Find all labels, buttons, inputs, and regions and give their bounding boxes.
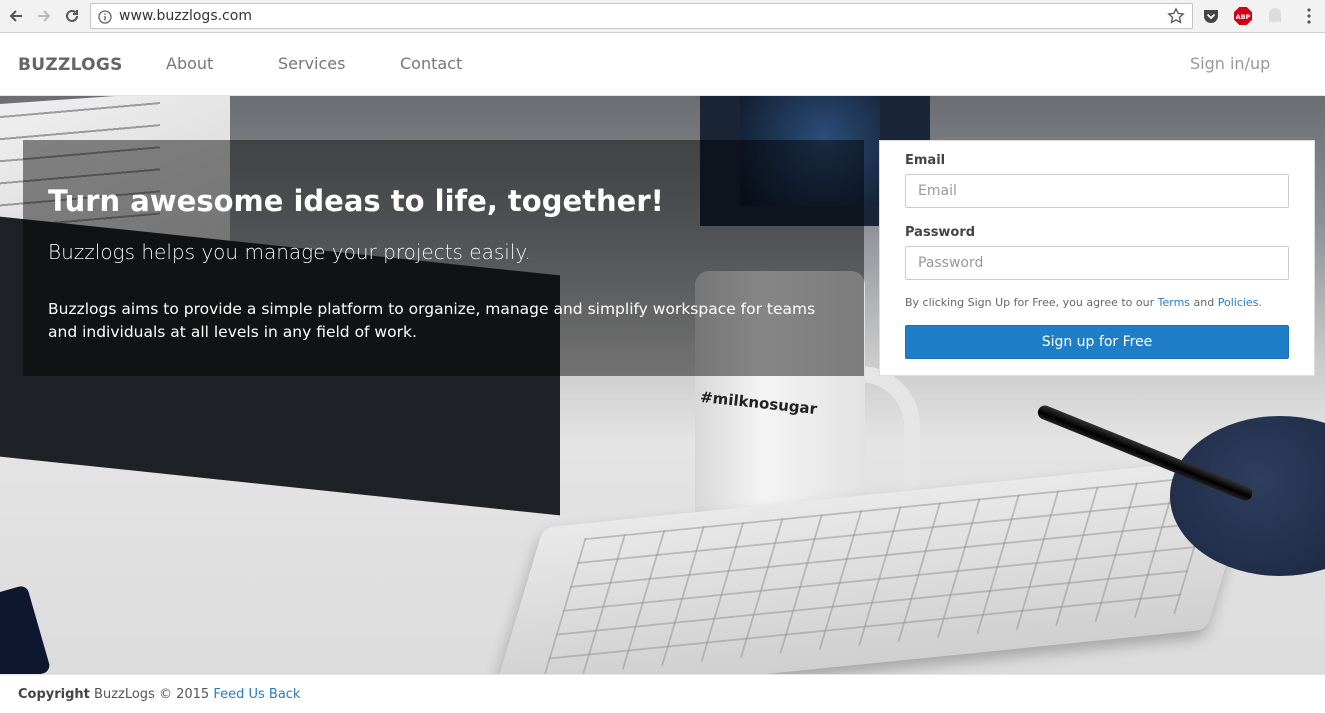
terms-suffix: .: [1258, 296, 1262, 309]
signup-form: Email Password By clicking Sign Up for F…: [879, 140, 1315, 376]
feedback-link[interactable]: Feed Us Back: [213, 687, 300, 702]
abp-icon[interactable]: ABP: [1234, 7, 1252, 25]
password-field[interactable]: [905, 246, 1289, 280]
url-text[interactable]: www.buzzlogs.com: [119, 8, 252, 24]
site-navbar: BUZZLOGS About Services Contact Sign in/…: [0, 34, 1325, 96]
copyright-text: BuzzLogs © 2015: [89, 687, 214, 702]
hero-title: Turn awesome ideas to life, together!: [48, 184, 664, 218]
nav-link-about[interactable]: About: [166, 54, 213, 73]
hero-section: #milknosugar Turn awesome ideas to life,…: [0, 96, 1325, 674]
email-label: Email: [905, 153, 946, 168]
email-field[interactable]: [905, 174, 1289, 208]
terms-notice: By clicking Sign Up for Free, you agree …: [905, 296, 1262, 309]
address-bar[interactable]: www.buzzlogs.com: [90, 3, 1193, 29]
signup-button[interactable]: Sign up for Free: [905, 325, 1289, 359]
reload-icon[interactable]: [62, 6, 82, 26]
password-label: Password: [905, 225, 976, 240]
hero-subtitle: Buzzlogs helps you manage your projects …: [48, 240, 531, 264]
ghostery-icon[interactable]: [1266, 7, 1284, 25]
terms-prefix: By clicking Sign Up for Free, you agree …: [905, 296, 1158, 309]
browser-toolbar: www.buzzlogs.com ABP: [0, 0, 1325, 33]
pocket-icon[interactable]: [1202, 7, 1220, 25]
menu-icon[interactable]: [1300, 7, 1318, 25]
site-footer: Copyright BuzzLogs © 2015 Feed Us Back: [0, 674, 1325, 713]
footer-copyright: Copyright BuzzLogs © 2015 Feed Us Back: [18, 687, 300, 702]
info-icon[interactable]: [98, 9, 112, 28]
copyright-label: Copyright: [18, 687, 90, 702]
back-icon[interactable]: [6, 6, 26, 26]
terms-and: and: [1190, 296, 1218, 309]
hero-text-panel: Turn awesome ideas to life, together! Bu…: [23, 140, 864, 376]
nav-link-contact[interactable]: Contact: [400, 54, 462, 73]
forward-icon[interactable]: [34, 6, 54, 26]
bookmark-star-icon[interactable]: [1167, 7, 1185, 29]
brand-logo[interactable]: BUZZLOGS: [18, 55, 123, 75]
hero-background-phone: [0, 584, 52, 674]
nav-link-signin[interactable]: Sign in/up: [1190, 54, 1270, 73]
policies-link[interactable]: Policies: [1218, 296, 1259, 309]
hero-description: Buzzlogs aims to provide a simple platfo…: [48, 300, 816, 341]
terms-link[interactable]: Terms: [1158, 296, 1190, 309]
nav-link-services[interactable]: Services: [278, 54, 345, 73]
svg-text:ABP: ABP: [1236, 13, 1251, 21]
